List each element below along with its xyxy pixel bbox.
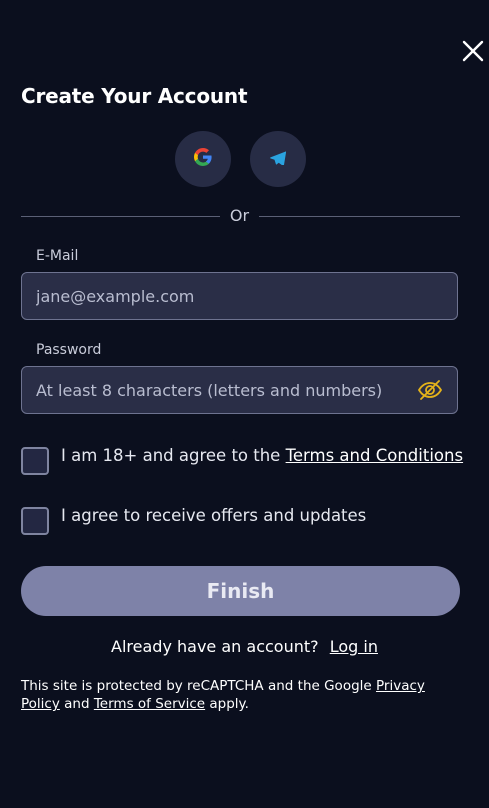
terms-label: I am 18+ and agree to the — [61, 446, 281, 465]
telegram-icon — [270, 150, 287, 169]
telegram-signup-button[interactable] — [250, 131, 306, 187]
email-field[interactable] — [36, 286, 443, 306]
offers-label: I agree to receive offers and updates — [61, 506, 367, 525]
close-icon[interactable] — [460, 38, 486, 64]
login-link[interactable]: Log in — [330, 637, 378, 656]
google-icon — [194, 148, 212, 170]
terms-checkbox[interactable] — [21, 447, 49, 475]
password-label: Password — [36, 342, 102, 358]
offers-checkbox[interactable] — [21, 507, 49, 535]
divider-line-right — [259, 216, 460, 217]
recaptcha-notice: This site is protected by reCAPTCHA and … — [21, 677, 461, 713]
login-prompt: Already have an account? Log in — [0, 637, 489, 656]
page-title: Create Your Account — [21, 84, 248, 108]
login-prompt-text: Already have an account? — [111, 637, 319, 656]
finish-button[interactable]: Finish — [21, 566, 460, 616]
terms-of-service-link[interactable]: Terms of Service — [94, 696, 205, 712]
divider-line-left — [21, 216, 220, 217]
terms-link[interactable]: Terms and Conditions — [286, 446, 463, 465]
eye-off-icon[interactable] — [417, 377, 443, 403]
email-field-wrapper — [21, 272, 458, 320]
recaptcha-text-1: This site is protected by reCAPTCHA and … — [21, 678, 372, 694]
email-label: E-Mail — [36, 248, 79, 264]
recaptcha-text-3: apply. — [209, 696, 249, 712]
password-field[interactable] — [36, 380, 417, 400]
terms-text: I am 18+ and agree to the Terms and Cond… — [61, 446, 463, 465]
google-signup-button[interactable] — [175, 131, 231, 187]
recaptcha-text-2: and — [64, 696, 90, 712]
divider-text: Or — [229, 206, 250, 225]
password-field-wrapper — [21, 366, 458, 414]
